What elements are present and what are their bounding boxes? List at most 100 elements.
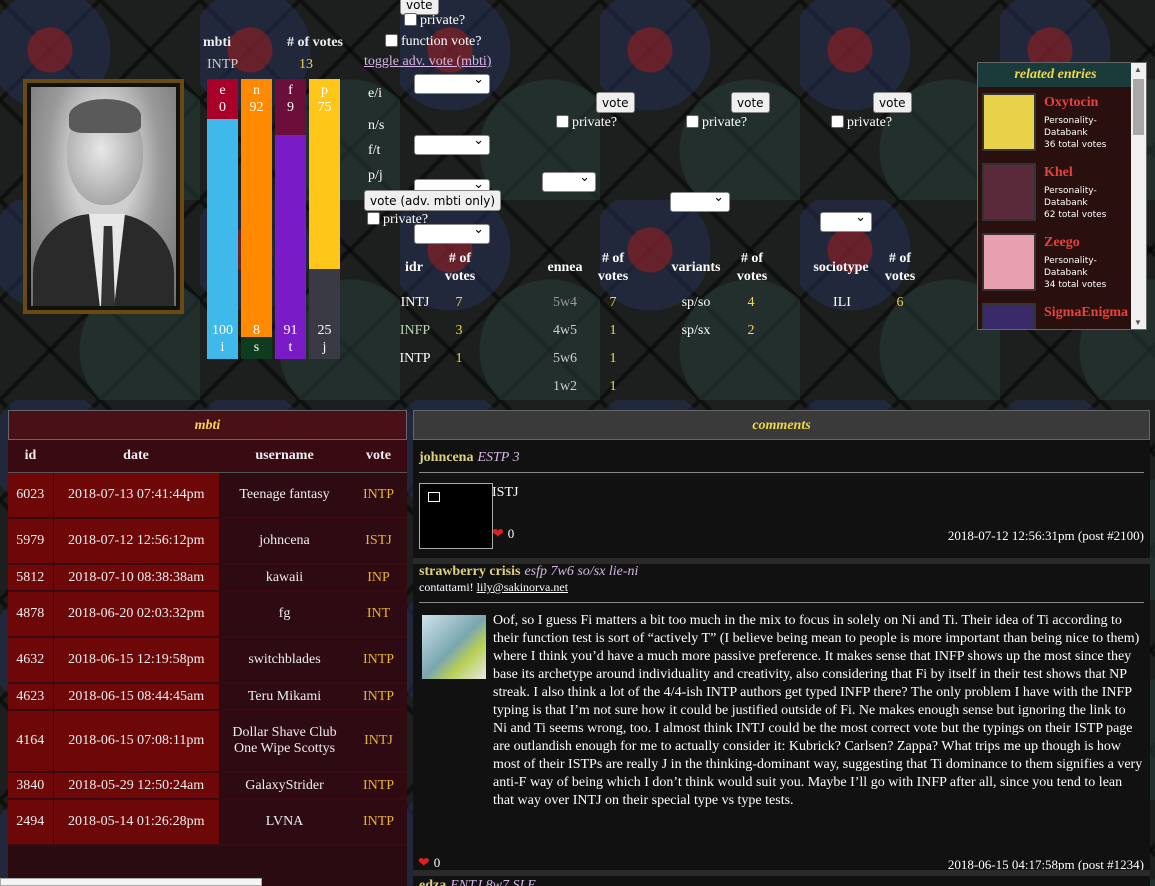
related-entry[interactable]: Khel Personality-Databank 62 total votes — [978, 157, 1133, 227]
like-count: 0 — [507, 526, 515, 541]
comment-avatar[interactable] — [422, 615, 486, 679]
related-entry-name[interactable]: Oxytocin — [1044, 95, 1098, 111]
adv-private-checkbox[interactable] — [367, 212, 380, 225]
variants-select[interactable] — [670, 189, 730, 212]
row-id: 5979 — [8, 518, 53, 565]
comment-username[interactable]: johncena — [419, 450, 473, 465]
related-entry-thumbnail[interactable] — [982, 303, 1036, 329]
scroll-down-icon[interactable]: ▼ — [1134, 318, 1142, 327]
ennea-type-value: 1w2 — [552, 379, 578, 394]
related-entry[interactable]: SigmaEnigma — [978, 297, 1133, 329]
bar-bottom-value: 100 — [212, 323, 233, 338]
sociotype-select[interactable] — [820, 209, 872, 232]
comment-likes[interactable]: ❤ 0 — [492, 525, 514, 543]
contact-email-link[interactable]: lily@sakinorva.net — [477, 580, 568, 594]
row-username[interactable]: fg — [219, 591, 350, 638]
comment-user-type: ESTP 3 — [477, 450, 520, 465]
variants-votes-header: # of votes — [736, 251, 768, 284]
mbti-votes-table: id date username vote 6023 2018-07-13 07:… — [8, 440, 407, 846]
related-entry-thumbnail[interactable] — [982, 163, 1036, 221]
row-vote: INTP — [350, 799, 407, 846]
col-date[interactable]: date — [53, 440, 219, 473]
sociotype-private-checkbox[interactable] — [831, 115, 844, 128]
related-entry-votes: 34 total votes — [1044, 280, 1107, 290]
axis-select-ns[interactable] — [414, 132, 490, 155]
bar-top-value: 92 — [249, 100, 264, 115]
ennea-vote-button[interactable]: vote — [596, 92, 635, 113]
dichotomy-bar: f 9 91 t — [275, 79, 306, 359]
row-username[interactable]: johncena — [219, 518, 350, 565]
bar-bottom-letter: j — [322, 340, 327, 355]
sociotype-vote-count: 6 — [896, 295, 904, 310]
scrollbar-thumb[interactable] — [1133, 79, 1144, 135]
related-scrollbar[interactable]: ▲ ▼ — [1131, 63, 1146, 329]
col-vote[interactable]: vote — [350, 440, 407, 473]
ennea-private-label: private? — [572, 115, 618, 130]
related-entry-thumbnail[interactable] — [982, 93, 1036, 151]
related-entry-source: Personality-Databank 62 total votes — [1044, 185, 1116, 221]
private-checkbox[interactable] — [404, 13, 417, 26]
variants-vote-wrapper[interactable]: vote — [731, 92, 770, 113]
variants-vote-count: 4 — [747, 295, 755, 310]
related-entry-name[interactable]: Zeego — [1044, 235, 1080, 251]
row-username[interactable]: switchblades — [219, 637, 350, 684]
toggle-adv-vote-link[interactable]: toggle adv. vote (mbti) — [364, 54, 491, 70]
mbti-votes-table-panel: mbti id date username vote 6023 2018-07-1… — [8, 410, 407, 886]
bar-bottom-letter: t — [288, 340, 293, 355]
related-entry-thumbnail[interactable] — [982, 233, 1036, 291]
row-username[interactable]: LVNA — [219, 799, 350, 846]
sociotype-vote-wrapper[interactable]: vote — [873, 92, 912, 113]
idr-type-value: INFP — [399, 323, 431, 338]
variants-private-row[interactable]: private? — [686, 115, 747, 131]
ennea-private-checkbox[interactable] — [556, 115, 569, 128]
idr-type-value: INTP — [399, 351, 431, 366]
adv-vote-button[interactable]: vote (adv. mbti only) — [364, 190, 502, 211]
related-entry[interactable]: Oxytocin Personality-Databank 36 total vot… — [978, 87, 1133, 157]
row-vote: INTJ — [350, 710, 407, 773]
row-id: 6023 — [8, 472, 53, 519]
sociotype-private-row[interactable]: private? — [831, 115, 892, 131]
table-row: 4878 2018-06-20 02:03:32pm fg INT — [8, 591, 407, 638]
idr-vote-count: 1 — [455, 351, 463, 366]
variants-private-checkbox[interactable] — [686, 115, 699, 128]
type-stats-values: INTJ 7 INFP 3 INTP 1 5w4 7 4w5 1 5w6 1 1w2 1 sp/so 4 sp/… — [0, 0, 903, 394]
variants-vote-button[interactable]: vote — [731, 92, 770, 113]
axis-select-ei[interactable] — [414, 71, 490, 94]
adv-vote-wrapper[interactable]: vote (adv. mbti only) — [364, 190, 502, 211]
row-vote: ISTJ — [350, 518, 407, 565]
related-entry-name[interactable]: SigmaEnigma — [1044, 305, 1128, 321]
adv-private-row[interactable]: private? — [367, 212, 428, 228]
ennea-vote-count: 1 — [609, 379, 617, 394]
scroll-up-icon[interactable]: ▲ — [1134, 65, 1142, 74]
idr-vote-count: 3 — [455, 323, 463, 338]
contact-prefix: contattami! — [419, 580, 477, 594]
idr-vote-count: 7 — [455, 295, 463, 310]
row-username[interactable]: kawaii — [219, 564, 350, 592]
function-vote-row[interactable]: function vote? — [385, 34, 481, 50]
col-id[interactable]: id — [8, 440, 53, 473]
function-vote-checkbox[interactable] — [385, 34, 398, 47]
row-id: 4878 — [8, 591, 53, 638]
comment-username[interactable]: strawberry crisis — [419, 564, 520, 579]
heart-icon[interactable]: ❤ — [492, 527, 504, 542]
comment-username[interactable]: edza — [419, 878, 446, 886]
sociotype-vote-button[interactable]: vote — [873, 92, 912, 113]
row-username[interactable]: Dollar Shave Club One Wipe Scottys — [219, 710, 350, 773]
row-username[interactable]: GalaxyStrider — [219, 772, 350, 800]
related-entry-name[interactable]: Khel — [1044, 165, 1073, 181]
heart-icon[interactable]: ❤ — [418, 856, 430, 871]
private-checkbox-row[interactable]: private? — [404, 13, 465, 29]
comment-avatar[interactable] — [419, 483, 493, 549]
ennea-select[interactable] — [542, 169, 596, 192]
mbti-summary-header: mbti # of votes — [203, 35, 343, 51]
variants-vote-count: 2 — [747, 323, 755, 338]
comment-user-type: esfp 7w6 so/sx lie-ni — [524, 564, 639, 579]
row-username[interactable]: Teru Mikami — [219, 683, 350, 711]
ennea-private-row[interactable]: private? — [556, 115, 617, 131]
ennea-vote-wrapper[interactable]: vote — [596, 92, 635, 113]
comment-item: johncena ESTP 3 ISTJ ❤ 0 2018-07-12 12:5… — [413, 446, 1150, 560]
related-entry[interactable]: Zeego Personality-Databank 34 total votes — [978, 227, 1133, 297]
broken-image-icon — [428, 492, 440, 502]
col-username[interactable]: username — [219, 440, 350, 473]
row-username[interactable]: Teenage fantasy — [219, 472, 350, 519]
